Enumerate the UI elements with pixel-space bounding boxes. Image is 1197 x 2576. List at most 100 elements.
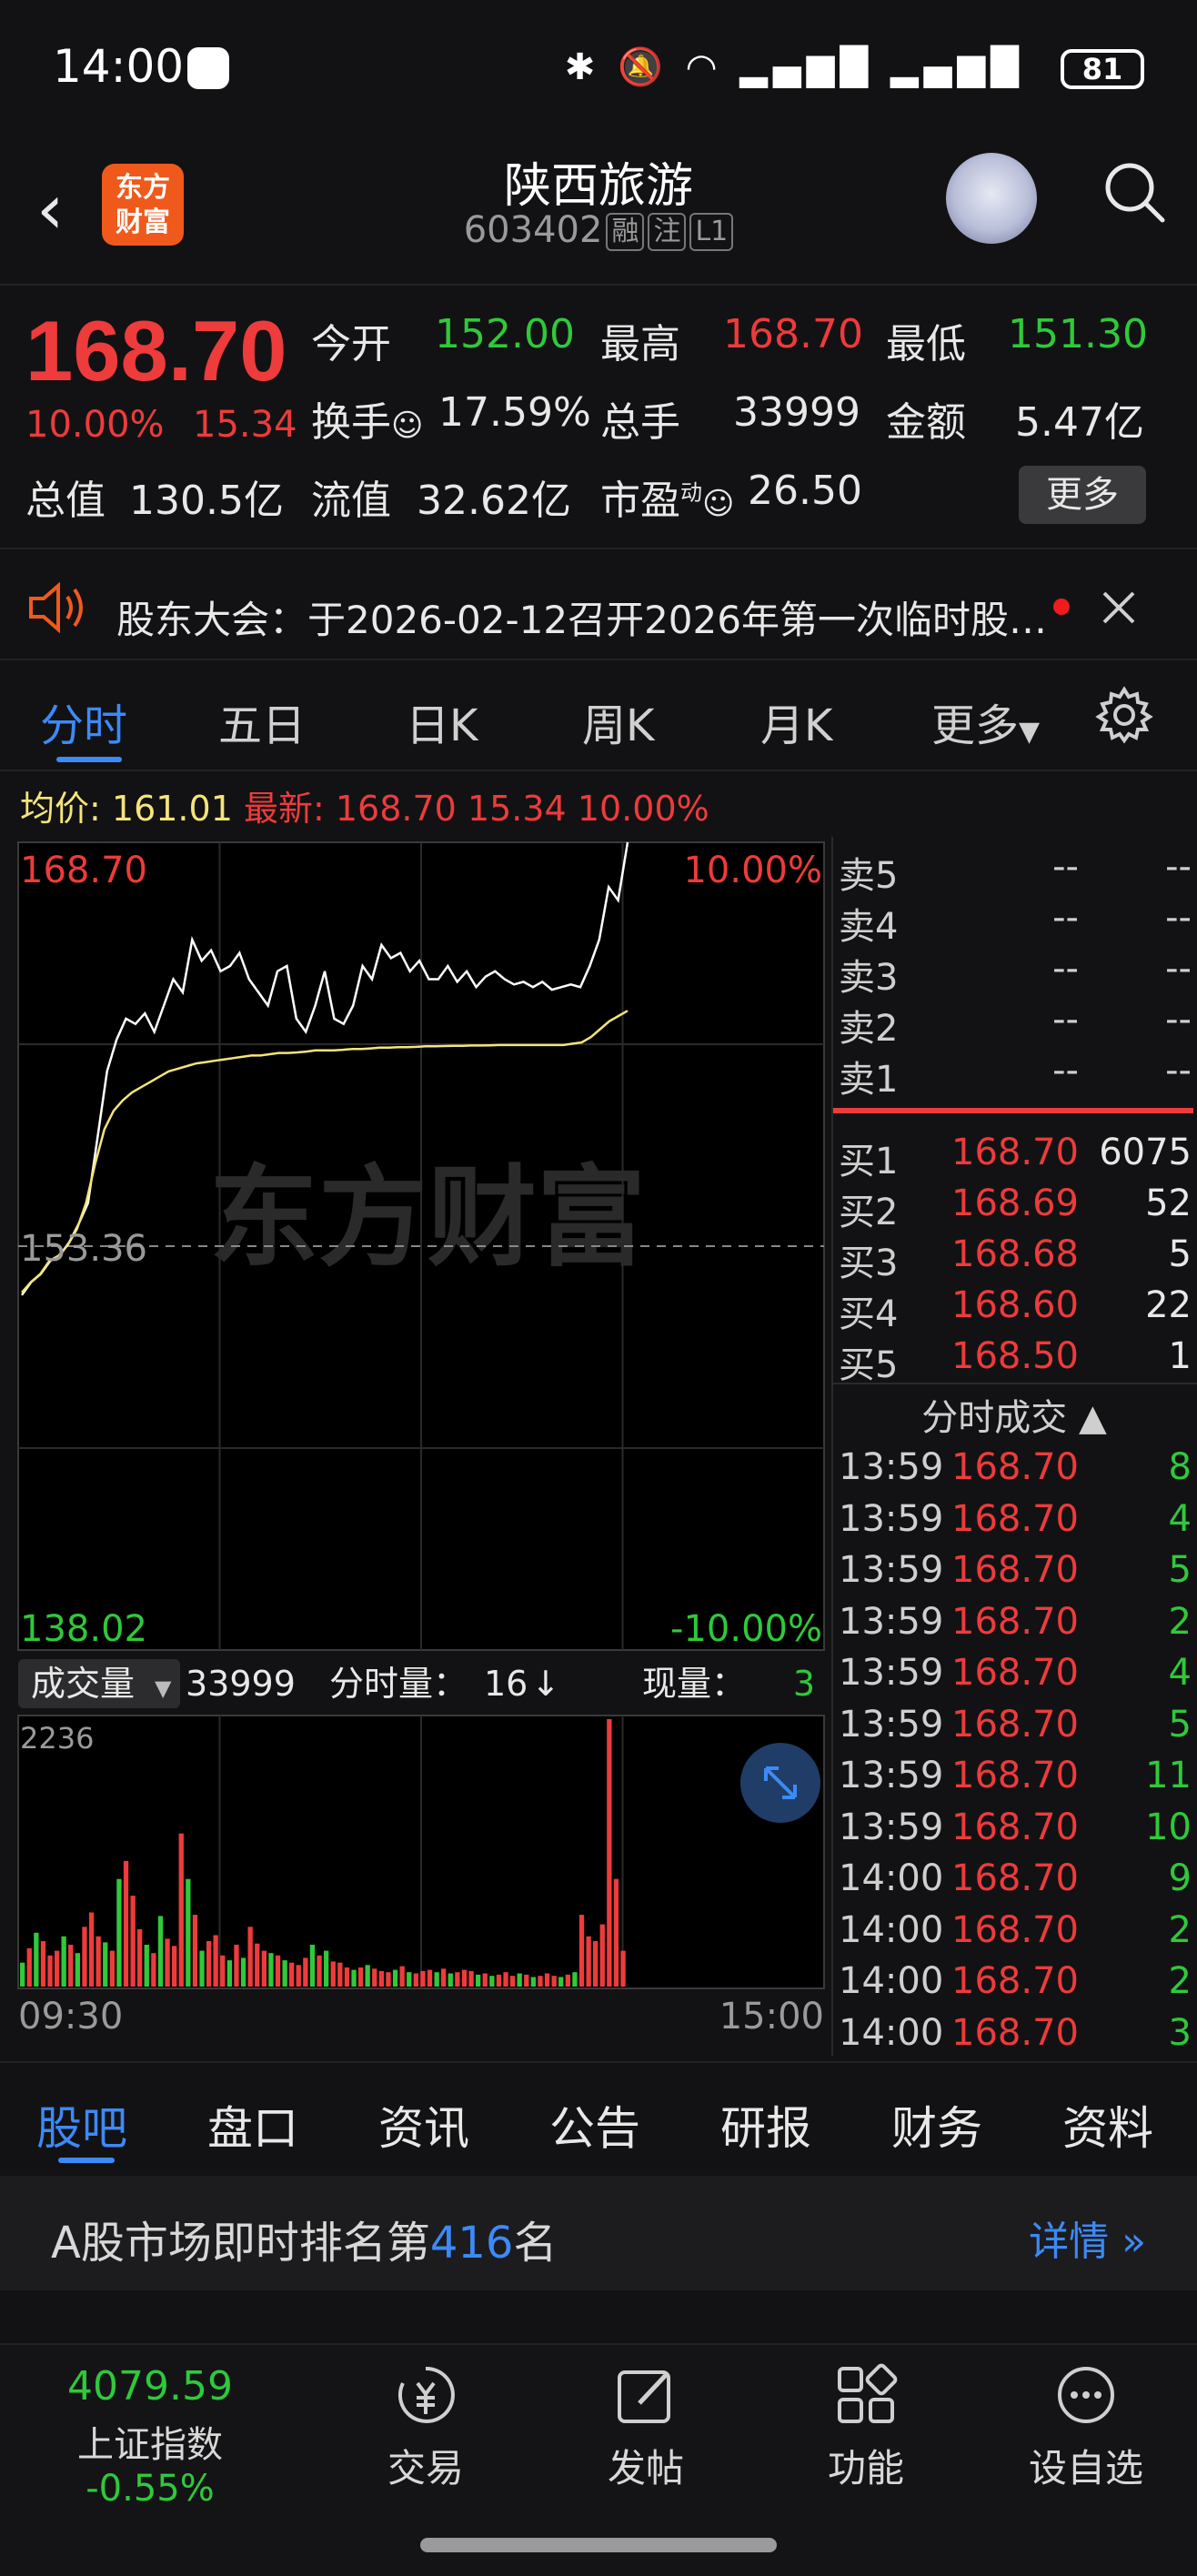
trade-row[interactable]: 13:59 168.70 5	[831, 1700, 1197, 1751]
y-label-mid: 153.36	[20, 1228, 147, 1270]
quote-panel: 168.70 10.00% 15.34 今开 152.00 最高 168.70 …	[0, 284, 1197, 548]
trade-row[interactable]: 14:00 168.70 2	[831, 1906, 1197, 1957]
ask-row[interactable]: 卖5 -- --	[831, 842, 1197, 897]
ask-label: 卖2	[839, 1008, 899, 1050]
nav-add-watchlist[interactable]: 设自选	[1013, 2363, 1159, 2493]
bid-row[interactable]: 买1 168.70 6075	[831, 1128, 1197, 1182]
more-quote-button[interactable]: 更多	[1019, 466, 1146, 524]
tab-intraday[interactable]: 分时	[40, 689, 127, 753]
trade-row[interactable]: 13:59 168.70 8	[831, 1443, 1197, 1494]
ranking-detail-link[interactable]: 详情 »	[1029, 2209, 1146, 2267]
trade-price: 168.70	[951, 1600, 1079, 1643]
open-value: 152.00	[435, 311, 575, 357]
ask-row[interactable]: 卖4 -- --	[831, 893, 1197, 948]
volume-bar	[351, 1969, 357, 1987]
bid-volume: 5	[1168, 1233, 1192, 1275]
tab-more[interactable]: 更多▼	[931, 689, 1040, 753]
trade-volume: 9	[1168, 1857, 1192, 1899]
bluetooth-icon: ✱	[564, 46, 601, 88]
ask-label: 卖3	[839, 957, 899, 999]
intraday-chart[interactable]: 东方财富 168.70 153.36 138.02 10.00% -10.00%…	[0, 837, 830, 2065]
tab-news[interactable]: 资讯	[378, 2092, 469, 2158]
chevron-down-icon: ▼	[155, 1675, 172, 1701]
trade-row[interactable]: 14:00 168.70 3	[831, 2008, 1197, 2059]
status-time: 14:00	[53, 40, 185, 93]
volume-bar	[399, 1966, 405, 1987]
search-icon[interactable]	[1102, 156, 1166, 229]
volume-bar	[530, 1977, 536, 1987]
bid-price: 168.60	[951, 1284, 1079, 1326]
trade-row[interactable]: 13:59 168.70 5	[831, 1545, 1197, 1596]
tab-daily-k[interactable]: 日K	[406, 689, 478, 753]
announcement-text[interactable]: 股东大会：于2026-02-12召开2026年第一次临时股…	[116, 589, 1047, 645]
bid-row[interactable]: 买2 168.69 52	[831, 1179, 1197, 1233]
volume-bar	[40, 1941, 46, 1987]
tab-guba[interactable]: 股吧	[36, 2092, 127, 2158]
index-change: -0.55%	[86, 2468, 215, 2510]
ask-row[interactable]: 卖3 -- --	[831, 944, 1197, 999]
volume-bar	[130, 1896, 136, 1987]
close-icon[interactable]	[1101, 589, 1137, 626]
volume-bar	[88, 1912, 95, 1987]
trade-icon	[397, 2366, 455, 2423]
avg-price-value: 161.01	[111, 789, 233, 829]
bid-row[interactable]: 买4 168.60 22	[831, 1281, 1197, 1335]
ai-assistant-icon[interactable]	[946, 153, 1037, 244]
tab-announcements[interactable]: 公告	[549, 2092, 640, 2158]
settings-gear-icon[interactable]	[1095, 686, 1153, 744]
current-price: 168.70	[25, 303, 287, 398]
volume-bar	[109, 1950, 115, 1987]
ask-volume: --	[1165, 897, 1192, 939]
home-indicator[interactable]	[420, 2538, 777, 2552]
tab-finance[interactable]: 财务	[891, 2092, 982, 2158]
tab-five-day[interactable]: 五日	[218, 689, 306, 753]
volume-bar	[599, 1924, 605, 1987]
ranking-banner[interactable]: A股市场即时排名第416名 详情 »	[0, 2176, 1197, 2290]
tab-pankou[interactable]: 盘口	[207, 2092, 298, 2158]
bid-row[interactable]: 买3 168.68 5	[831, 1230, 1197, 1284]
tab-more-label: 更多	[931, 700, 1020, 751]
volume-bar	[137, 1928, 143, 1987]
volume-bar	[55, 1950, 60, 1987]
trade-row[interactable]: 14:00 168.70 9	[831, 1854, 1197, 1905]
volume-bar	[96, 1936, 101, 1987]
tab-profile[interactable]: 资料	[1062, 2092, 1153, 2158]
nav-post[interactable]: 发帖	[573, 2363, 719, 2493]
amount-value: 5.47亿	[1015, 399, 1144, 446]
volume-bar	[434, 1972, 439, 1987]
trade-row[interactable]: 14:00 168.70 2	[831, 1957, 1197, 2007]
index-ticker[interactable]: 4079.59 上证指数 -0.55%	[9, 2363, 291, 2510]
trade-row[interactable]: 13:59 168.70 4	[831, 1494, 1197, 1545]
trade-row[interactable]: 13:59 168.70 11	[831, 1751, 1197, 1802]
volume-bar	[337, 1962, 343, 1987]
nav-functions[interactable]: 功能	[793, 2363, 939, 2493]
market-cap-value: 130.5亿	[129, 478, 284, 524]
ask-row[interactable]: 卖2 -- --	[831, 995, 1197, 1050]
margin-tag: 融	[606, 213, 645, 251]
trade-row[interactable]: 13:59 168.70 4	[831, 1648, 1197, 1699]
tab-weekly-k[interactable]: 周K	[582, 689, 654, 753]
bid-price: 168.70	[951, 1132, 1079, 1173]
volume-bar	[330, 1961, 336, 1987]
nav-trade[interactable]: 交易	[353, 2363, 498, 2493]
tab-research[interactable]: 研报	[720, 2092, 811, 2158]
ask-row[interactable]: 卖1 -- --	[831, 1046, 1197, 1101]
trades-title[interactable]: 分时成交 ▲	[831, 1383, 1197, 1439]
tab-monthly-k[interactable]: 月K	[760, 689, 832, 753]
nav-functions-label: 功能	[827, 2446, 904, 2490]
volume-bar	[123, 1860, 129, 1987]
trade-row[interactable]: 13:59 168.70 10	[831, 1803, 1197, 1854]
bid-row[interactable]: 买5 168.50 1	[831, 1332, 1197, 1386]
volume-bar	[192, 1915, 198, 1987]
volume-bar	[26, 1947, 32, 1987]
trade-volume: 10	[1145, 1806, 1192, 1848]
announcement-bar[interactable]: 股东大会：于2026-02-12召开2026年第一次临时股…	[0, 548, 1197, 660]
volume-value: 33999	[733, 389, 860, 436]
volume-bar	[524, 1974, 529, 1987]
volume-selector-label: 成交量	[31, 1664, 135, 1704]
bid-price: 168.68	[951, 1233, 1079, 1275]
turnover-label-text: 换手	[311, 399, 391, 446]
index-name: 上证指数	[77, 2424, 223, 2466]
trade-row[interactable]: 13:59 168.70 2	[831, 1597, 1197, 1648]
open-label: 今开	[311, 321, 391, 367]
